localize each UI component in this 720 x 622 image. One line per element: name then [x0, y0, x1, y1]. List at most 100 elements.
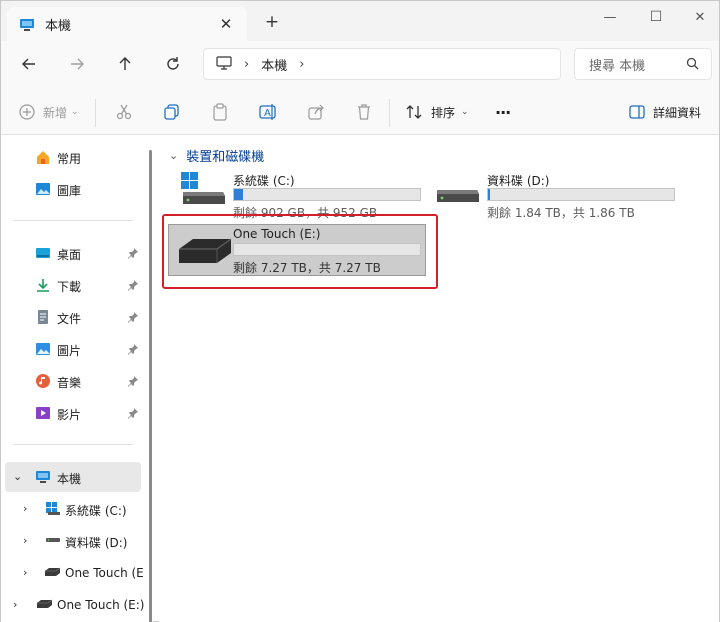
- chevron-right-icon[interactable]: ›: [13, 598, 17, 611]
- up-button[interactable]: [111, 51, 139, 77]
- sidebar-item-label: 圖片: [57, 344, 82, 358]
- sidebar-item-label: One Touch (E: [65, 566, 144, 580]
- arrow-right-icon: [71, 58, 84, 70]
- external-drive-icon: [35, 597, 53, 613]
- tab-title: 本機: [45, 18, 72, 34]
- sidebar-item-label: 常用: [57, 152, 82, 166]
- divider: [95, 99, 96, 127]
- new-button[interactable]: 新增 ⌄: [19, 99, 79, 125]
- sidebar-item-gallery[interactable]: 圖庫: [1, 174, 141, 204]
- trash-icon: [358, 104, 370, 120]
- refresh-button[interactable]: [159, 51, 187, 77]
- clipboard-icon: [213, 103, 227, 121]
- new-tab-button[interactable]: +: [261, 11, 283, 33]
- close-button[interactable]: ✕: [677, 1, 720, 33]
- sidebar-item-label: 音樂: [57, 376, 82, 390]
- sidebar-item-label: 影片: [57, 408, 82, 422]
- drive-icon: [435, 180, 481, 209]
- share-button[interactable]: [307, 99, 325, 125]
- sidebar-item-documents[interactable]: 文件: [1, 302, 141, 332]
- sort-button[interactable]: 排序 ⌄: [405, 99, 469, 125]
- sidebar-item-music[interactable]: 音樂: [1, 366, 141, 396]
- search-icon: [686, 57, 699, 74]
- search-placeholder: 搜尋 本機: [589, 58, 646, 74]
- group-header[interactable]: ⌄ 裝置和磁碟機: [169, 146, 264, 165]
- delete-button[interactable]: [355, 99, 373, 125]
- paste-button[interactable]: [211, 99, 229, 125]
- divider: [13, 220, 133, 221]
- refresh-icon: [167, 57, 179, 70]
- windows-drive-icon: [181, 172, 227, 209]
- back-button[interactable]: [15, 51, 43, 77]
- sidebar-item-home[interactable]: 常用: [1, 142, 141, 172]
- navigation-bar: › 本機 › 搜尋 本機: [1, 41, 719, 87]
- more-options-button[interactable]: ···: [495, 99, 511, 125]
- pin-icon[interactable]: [127, 407, 139, 419]
- pin-icon[interactable]: [127, 247, 139, 259]
- document-icon: [35, 309, 51, 325]
- copy-button[interactable]: [163, 99, 181, 125]
- sidebar-item-e-drive[interactable]: › One Touch (E: [1, 558, 149, 588]
- sidebar-item-this-pc[interactable]: ⌄ 本機: [1, 462, 141, 492]
- forward-button[interactable]: [63, 51, 91, 77]
- address-bar[interactable]: › 本機 ›: [203, 48, 561, 80]
- drive-tile-d[interactable]: 資料碟 (D:) 剩餘 1.84 TB，共 1.86 TB: [413, 172, 683, 226]
- divider: [13, 444, 133, 445]
- chevron-right-icon[interactable]: ›: [244, 57, 249, 72]
- sidebar-item-one-touch[interactable]: › One Touch (E:): [1, 590, 149, 620]
- pin-icon[interactable]: [127, 375, 139, 387]
- share-icon: [308, 104, 324, 120]
- usage-bar-fill: [234, 189, 244, 200]
- sidebar-item-videos[interactable]: 影片: [1, 398, 141, 428]
- cut-button[interactable]: [115, 99, 133, 125]
- usage-bar-fill: [488, 189, 490, 200]
- highlight-box: [162, 214, 438, 289]
- pin-icon[interactable]: [127, 343, 139, 355]
- sidebar-scrollbar[interactable]: [149, 150, 152, 622]
- gallery-icon: [35, 181, 51, 197]
- details-pane-icon: [629, 105, 645, 119]
- sidebar-item-d-drive[interactable]: › 資料碟 (D:): [1, 526, 141, 556]
- sidebar-item-pictures[interactable]: 圖片: [1, 334, 141, 364]
- pin-icon[interactable]: [127, 311, 139, 323]
- download-icon: [35, 277, 51, 293]
- copy-icon: [164, 104, 179, 120]
- navigation-pane: 常用 圖庫 桌面 下載 文件 圖片 音樂 影片 ⌄ 本機 › 系統碟 (C:) …: [1, 136, 153, 622]
- computer-icon: [19, 18, 35, 31]
- chevron-down-icon[interactable]: ⌄: [13, 470, 22, 483]
- sidebar-item-label: 文件: [57, 312, 82, 326]
- new-label: 新增: [43, 105, 68, 120]
- windows-drive-icon: [45, 501, 61, 517]
- breadcrumb-this-pc[interactable]: 本機: [261, 55, 287, 74]
- usage-bar: [487, 188, 675, 201]
- group-title: 裝置和磁碟機: [186, 150, 265, 165]
- maximize-button[interactable]: ☐: [633, 1, 679, 33]
- search-box[interactable]: 搜尋 本機: [574, 48, 712, 80]
- pin-icon[interactable]: [127, 279, 139, 291]
- sort-label: 排序: [431, 105, 456, 120]
- chevron-right-icon[interactable]: ›: [299, 57, 304, 72]
- tab-close-button[interactable]: ✕: [215, 13, 237, 35]
- drive-name: 資料碟 (D:): [487, 174, 550, 188]
- divider: [389, 99, 390, 127]
- sidebar-item-label: 本機: [57, 472, 82, 486]
- details-pane-button[interactable]: 詳細資料: [629, 99, 701, 125]
- title-bar: 本機 ✕ + — ☐ ✕: [1, 1, 719, 41]
- sidebar-item-c-drive[interactable]: › 系統碟 (C:): [1, 494, 141, 524]
- chevron-right-icon[interactable]: ›: [23, 566, 27, 579]
- sidebar-item-desktop[interactable]: 桌面: [1, 238, 141, 268]
- music-icon: [35, 373, 51, 389]
- desktop-icon: [35, 245, 51, 261]
- minimize-button[interactable]: —: [587, 1, 633, 33]
- plus-circle-icon: [19, 104, 35, 120]
- sidebar-item-label: 桌面: [57, 248, 82, 262]
- tab-this-pc[interactable]: 本機 ✕: [7, 7, 247, 41]
- chevron-down-icon: ⌄: [169, 149, 179, 162]
- svg-text:A: A: [264, 108, 271, 119]
- videos-icon: [35, 405, 51, 421]
- sidebar-item-downloads[interactable]: 下載: [1, 270, 141, 300]
- chevron-right-icon[interactable]: ›: [23, 502, 27, 515]
- rename-button[interactable]: A: [259, 99, 277, 125]
- arrow-left-icon: [22, 58, 35, 70]
- chevron-right-icon[interactable]: ›: [23, 534, 27, 547]
